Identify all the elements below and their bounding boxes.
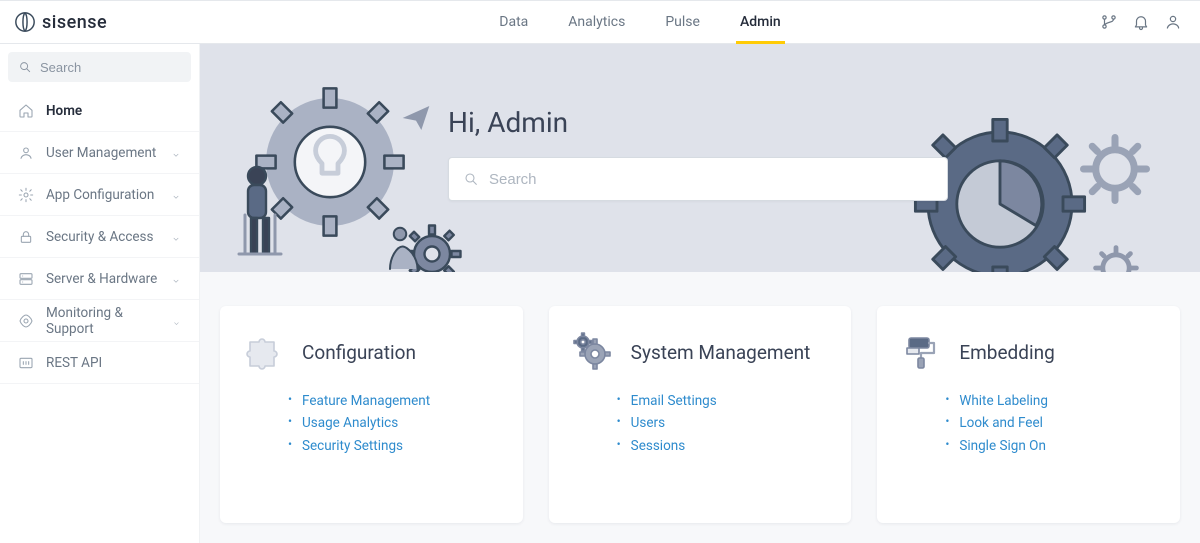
card-link[interactable]: Single Sign On xyxy=(959,435,1156,457)
monitor-icon xyxy=(18,313,34,329)
bell-icon[interactable] xyxy=(1132,13,1150,31)
sidebar-item-label: User Management xyxy=(46,145,156,161)
topnav-item-data[interactable]: Data xyxy=(499,1,528,43)
person-illustration-icon xyxy=(230,164,290,264)
sidebar-item-home[interactable]: Home xyxy=(0,90,199,132)
card-configuration: Configuration Feature Management Usage A… xyxy=(220,306,523,523)
card-link[interactable]: Feature Management xyxy=(302,390,499,412)
person-small-illustration-icon xyxy=(380,224,430,272)
hero-search[interactable] xyxy=(448,157,948,201)
hero-search-input[interactable] xyxy=(489,171,933,188)
card-title: Configuration xyxy=(302,341,416,364)
main: Hi, Admin Configuration xyxy=(200,44,1200,543)
sidebar-item-label: Monitoring & Support xyxy=(46,305,160,337)
gears-icon xyxy=(573,332,613,372)
chevron-down-icon xyxy=(171,190,181,200)
sidebar-nav: Home User Management App Configuration S… xyxy=(0,90,199,384)
topnav-label: Analytics xyxy=(568,14,625,30)
brand-name: sisense xyxy=(42,12,107,33)
gear-tiny-icon xyxy=(1092,244,1140,272)
brand[interactable]: sisense xyxy=(0,1,200,43)
home-icon xyxy=(18,103,34,119)
topbar: sisense Data Analytics Pulse Admin xyxy=(0,0,1200,44)
paint-roller-icon xyxy=(901,332,941,372)
branch-icon[interactable] xyxy=(1100,13,1118,31)
search-icon xyxy=(18,60,32,74)
card-link[interactable]: Usage Analytics xyxy=(302,412,499,434)
sidebar-item-security-access[interactable]: Security & Access xyxy=(0,216,199,258)
card-title: System Management xyxy=(631,341,811,364)
card-link[interactable]: Users xyxy=(631,412,828,434)
topnav-label: Pulse xyxy=(665,14,700,30)
chevron-down-icon xyxy=(171,232,181,242)
card-link[interactable]: Email Settings xyxy=(631,390,828,412)
sidebar-item-label: Home xyxy=(46,103,82,119)
gear-icon xyxy=(18,187,34,203)
topnav-item-admin[interactable]: Admin xyxy=(740,1,781,43)
card-link[interactable]: Security Settings xyxy=(302,435,499,457)
sidebar: Home User Management App Configuration S… xyxy=(0,44,200,543)
top-icons xyxy=(1080,1,1200,43)
puzzle-icon xyxy=(244,332,284,372)
chevron-down-icon xyxy=(171,148,181,158)
sidebar-item-label: REST API xyxy=(46,355,102,371)
paper-plane-icon xyxy=(400,102,432,134)
card-link[interactable]: White Labeling xyxy=(959,390,1156,412)
topnav-item-pulse[interactable]: Pulse xyxy=(665,1,700,43)
card-title: Embedding xyxy=(959,341,1054,364)
gear-outline-icon xyxy=(1080,134,1150,204)
hero-banner: Hi, Admin xyxy=(200,44,1200,272)
sidebar-search-input[interactable] xyxy=(40,60,181,75)
topnav-label: Admin xyxy=(740,14,781,30)
sidebar-item-label: App Configuration xyxy=(46,187,154,203)
sidebar-item-app-configuration[interactable]: App Configuration xyxy=(0,174,199,216)
topnav-item-analytics[interactable]: Analytics xyxy=(568,1,625,43)
sidebar-item-server-hardware[interactable]: Server & Hardware xyxy=(0,258,199,300)
search-icon xyxy=(463,171,479,187)
topnav-label: Data xyxy=(499,14,528,30)
card-system-management: System Management Email Settings Users S… xyxy=(549,306,852,523)
top-nav: Data Analytics Pulse Admin xyxy=(200,1,1080,43)
card-link[interactable]: Sessions xyxy=(631,435,828,457)
sidebar-item-rest-api[interactable]: REST API xyxy=(0,342,199,384)
server-icon xyxy=(18,271,34,287)
shell: Home User Management App Configuration S… xyxy=(0,44,1200,543)
card-link[interactable]: Look and Feel xyxy=(959,412,1156,434)
card-embedding: Embedding White Labeling Look and Feel S… xyxy=(877,306,1180,523)
lock-icon xyxy=(18,229,34,245)
api-icon xyxy=(18,355,34,371)
hero-greeting: Hi, Admin xyxy=(448,106,948,139)
brand-logo-icon xyxy=(14,11,36,33)
sidebar-item-label: Server & Hardware xyxy=(46,271,157,287)
chevron-down-icon xyxy=(171,274,181,284)
sidebar-item-user-management[interactable]: User Management xyxy=(0,132,199,174)
user-icon xyxy=(18,145,34,161)
profile-icon[interactable] xyxy=(1164,13,1182,31)
sidebar-search-wrap xyxy=(0,44,199,90)
sidebar-item-monitoring-support[interactable]: Monitoring & Support xyxy=(0,300,199,342)
cards-row: Configuration Feature Management Usage A… xyxy=(200,272,1200,543)
chevron-down-icon xyxy=(172,316,181,326)
sidebar-item-label: Security & Access xyxy=(46,229,153,245)
sidebar-search[interactable] xyxy=(8,52,191,82)
